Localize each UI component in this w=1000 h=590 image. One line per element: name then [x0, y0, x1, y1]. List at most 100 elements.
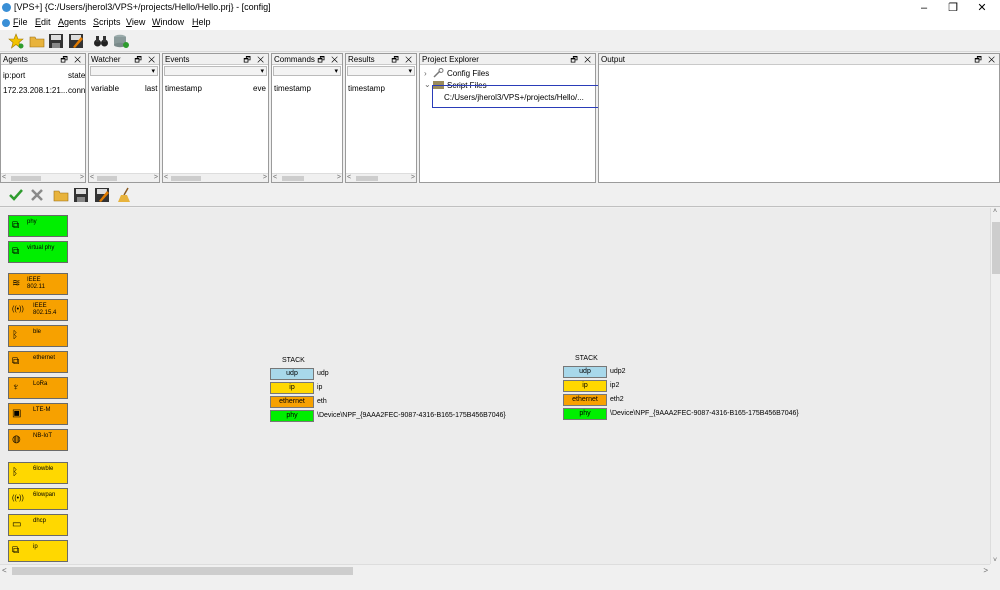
events-hscroll[interactable]: < > — [163, 173, 268, 182]
app-icon — [2, 3, 11, 12]
stack1-layer-ethernet[interactable]: ethernet — [270, 396, 314, 408]
open-folder-icon[interactable] — [53, 187, 69, 203]
chevron-down-icon[interactable]: ⌄ — [424, 80, 431, 89]
palette-label: phy — [27, 219, 37, 225]
agents-row-state[interactable]: conn — [68, 86, 85, 95]
results-panel: Results 🗗 ✕ ▾ timestamp < > — [345, 53, 417, 183]
stack2-layer-ethernet[interactable]: ethernet — [563, 394, 607, 406]
stack1-layer-ip[interactable]: ip — [270, 382, 314, 394]
menu-scripts[interactable]: Scripts — [93, 17, 121, 27]
menu-edit[interactable]: Edit — [35, 17, 51, 27]
agents-panel-header: Agents 🗗 ✕ — [1, 54, 85, 65]
commands-filter-combo[interactable]: ▾ — [273, 66, 341, 76]
palette-label: LoRa — [33, 381, 48, 387]
menu-view[interactable]: View — [126, 17, 145, 27]
palette-label: ethernet — [33, 355, 56, 361]
results-hscroll[interactable]: < > — [346, 173, 416, 182]
stack2-layer-phy[interactable]: phy — [563, 408, 607, 420]
palette-ieee-802-15-4[interactable]: ((•)) IEEE 802.15.4 — [8, 299, 68, 321]
watcher-panel-title: Watcher — [91, 55, 121, 64]
palette-label: dhcp — [33, 518, 47, 524]
watcher-panel-header: Watcher 🗗 ✕ — [89, 54, 159, 65]
menu-agents[interactable]: Agents — [58, 17, 86, 27]
open-folder-icon[interactable] — [29, 33, 45, 49]
palette-nb-iot[interactable]: ◍ NB-IoT — [8, 429, 68, 451]
palette-label: NB-IoT — [33, 433, 53, 439]
results-panel-title: Results — [348, 55, 375, 64]
panel-float-close-icons[interactable]: 🗗 ✕ — [60, 54, 83, 68]
events-filter-combo[interactable]: ▾ — [164, 66, 267, 76]
binoculars-icon[interactable] — [93, 33, 109, 49]
status-bar — [0, 576, 1000, 590]
close-button[interactable]: ✕ — [968, 0, 996, 16]
stack1-name-ip: ip — [317, 384, 323, 391]
chip-icon: ▣ — [12, 408, 22, 419]
stack1-layer-phy[interactable]: phy — [270, 410, 314, 422]
stack2-name-udp: udp2 — [610, 368, 626, 375]
panel-float-close-icons[interactable]: 🗗 ✕ — [570, 54, 593, 68]
commands-panel-header: Commands 🗗 ✕ — [272, 54, 342, 65]
broom-icon[interactable] — [117, 187, 133, 203]
minimize-button[interactable]: – — [910, 0, 938, 16]
palette-phy[interactable]: ⧉ phy — [8, 215, 68, 237]
agents-hscroll[interactable]: < > — [1, 173, 85, 182]
save-as-icon[interactable] — [68, 33, 84, 49]
scroll-thumb[interactable] — [992, 222, 1000, 274]
config-toolbar — [0, 184, 1000, 207]
stack1-name-phy: \Device\NPF_{9AAA2FEC-9087-4316-B165-175… — [317, 412, 506, 419]
palette-6lowpan[interactable]: ((•)) 6lowpan — [8, 488, 68, 510]
palette-lora[interactable]: ♆ LoRa — [8, 377, 68, 399]
wifi-icon: ≋ — [12, 278, 21, 289]
watcher-hscroll[interactable]: < > — [89, 173, 159, 182]
events-panel: Events 🗗 ✕ ▾ timestamp eve < > — [162, 53, 269, 183]
save-as-icon[interactable] — [94, 187, 110, 203]
canvas-horizontal-scrollbar[interactable]: < > — [0, 564, 990, 576]
output-panel-header: Output 🗗 ✕ — [599, 54, 999, 65]
agents-row-ip[interactable]: 172.23.208.1:21... — [3, 86, 68, 95]
canvas-vertical-scrollbar[interactable]: ˄ ˅ — [990, 208, 1000, 564]
palette-ip[interactable]: ⧉ ip — [8, 540, 68, 562]
radio-icon: ((•)) — [12, 495, 24, 502]
panel-float-close-icons[interactable]: 🗗 ✕ — [974, 54, 997, 68]
menu-window[interactable]: Window — [152, 17, 184, 27]
database-add-icon[interactable] — [113, 33, 129, 49]
stack2-name-ip: ip2 — [610, 382, 620, 389]
cross-icon[interactable] — [29, 187, 45, 203]
results-filter-combo[interactable]: ▾ — [347, 66, 415, 76]
script-file-path[interactable]: C:/Users/jherol3/VPS+/projects/Hello/... — [444, 93, 584, 102]
commands-hscroll[interactable]: < > — [272, 173, 342, 182]
stack2-layer-udp[interactable]: udp — [563, 366, 607, 378]
stack1-layer-udp[interactable]: udp — [270, 368, 314, 380]
palette-ieee-802-11[interactable]: ≋ IEEE 802.11 — [8, 273, 68, 295]
maximize-button[interactable]: ❐ — [939, 0, 967, 16]
palette-label: IEEE 802.15.4 — [33, 303, 57, 316]
output-panel-title: Output — [601, 55, 626, 64]
palette-ble[interactable]: ᛒ ble — [8, 325, 68, 347]
save-icon[interactable] — [48, 33, 64, 49]
project-explorer-panel: Project Explorer 🗗 ✕ › Config Files ⌄ Sc… — [419, 53, 613, 183]
menu-file[interactable]: File — [13, 17, 28, 27]
app-menu-icon[interactable] — [2, 19, 10, 27]
palette-lte-m[interactable]: ▣ LTE-M — [8, 403, 68, 425]
palette-label: virtual phy — [27, 245, 55, 251]
palette-6lowble[interactable]: ᛒ 6lowble — [8, 462, 68, 484]
palette-ethernet[interactable]: ⧉ ethernet — [8, 351, 68, 373]
star-icon[interactable] — [8, 33, 24, 49]
save-icon[interactable] — [73, 187, 89, 203]
chevron-right-icon[interactable]: › — [424, 69, 427, 78]
palette-label: 6lowpan — [33, 492, 56, 498]
check-icon[interactable] — [8, 187, 24, 203]
palette-virtual-phy[interactable]: ⧉ virtual phy — [8, 241, 68, 263]
title-bar: [VPS+] {C:/Users/jherol3/VPS+/projects/H… — [0, 0, 1000, 16]
stack-canvas[interactable]: ⧉ phy ⧉ virtual phy ≋ IEEE 802.11 ((•)) IEEE… — [0, 208, 990, 564]
window-title: [VPS+] {C:/Users/jherol3/VPS+/projects/H… — [14, 2, 271, 12]
watcher-filter-combo[interactable]: ▾ — [90, 66, 158, 76]
scroll-thumb[interactable] — [12, 567, 353, 575]
events-col-timestamp: timestamp — [165, 84, 202, 93]
stack2-layer-ip[interactable]: ip — [563, 380, 607, 392]
config-files-node[interactable]: Config Files — [447, 69, 489, 78]
watcher-panel: Watcher 🗗 ✕ ▾ variable last < > — [88, 53, 160, 183]
palette-dhcp[interactable]: ▭ dhcp — [8, 514, 68, 536]
menu-help[interactable]: Help — [192, 17, 211, 27]
agents-col-ip: ip:port — [3, 71, 26, 80]
